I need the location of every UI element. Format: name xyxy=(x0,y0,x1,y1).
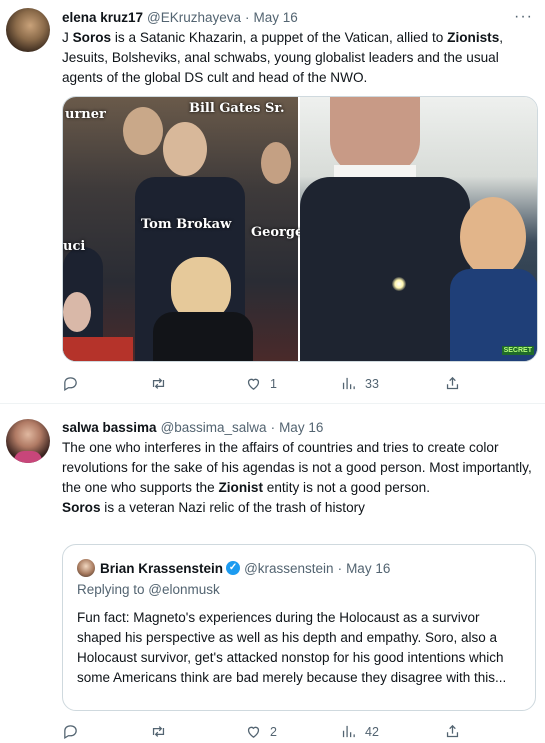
replying-mention[interactable]: @elonmusk xyxy=(148,582,219,597)
author-name[interactable]: salwa bassima xyxy=(62,420,157,435)
author-name[interactable]: elena kruz17 xyxy=(62,10,143,25)
tweet-paragraph: The one who interferes in the affairs of… xyxy=(62,438,534,498)
views-icon xyxy=(342,377,355,390)
photo-figure xyxy=(153,312,253,361)
keyword-zionist: Zionist xyxy=(218,480,263,495)
like-icon xyxy=(247,726,260,738)
tweet-date[interactable]: May 16 xyxy=(279,420,323,435)
share-icon xyxy=(446,376,459,390)
text-segment: entity is not a good person. xyxy=(263,480,431,495)
text-segment: is a veteran Nazi relic of the trash of … xyxy=(100,500,365,515)
photo-caption: George xyxy=(251,225,304,240)
secret-badge: SECRET xyxy=(501,346,534,355)
views-button[interactable]: 33 xyxy=(340,375,379,392)
retweet-icon xyxy=(152,726,165,737)
tweet-paragraph: Soros is a veteran Nazi relic of the tra… xyxy=(62,498,534,518)
separator-dot: · xyxy=(270,420,276,435)
views-count: 33 xyxy=(365,376,379,391)
tweet-text: J Soros is a Satanic Khazarin, a puppet … xyxy=(62,28,534,88)
reply-button[interactable] xyxy=(62,723,87,740)
photo-caption: urner xyxy=(65,107,106,122)
photo-face xyxy=(63,292,91,332)
quoted-author-name[interactable]: Brian Krassenstein xyxy=(100,561,223,576)
retweet-icon xyxy=(152,378,165,389)
separator-dot: · xyxy=(337,560,343,576)
like-button[interactable]: 2 xyxy=(245,723,277,740)
action-bar: 2 42 xyxy=(62,723,472,743)
tweet-header: elena kruz17 @EKruzhayeva · May 16 xyxy=(62,10,298,25)
retweet-button[interactable] xyxy=(150,375,175,392)
separator-dot: · xyxy=(245,10,250,25)
like-button[interactable]: 1 xyxy=(245,375,277,392)
quoted-tweet-header: Brian Krassenstein ✓ @krassenstein · May… xyxy=(77,559,390,577)
keyword-soros: Soros xyxy=(62,500,101,515)
photo-caption: uci xyxy=(63,239,86,254)
media-image-right[interactable]: SECRET xyxy=(300,97,537,361)
quoted-text: Fun fact: Magneto's experiences during t… xyxy=(77,610,507,685)
author-handle[interactable]: @EKruzhayeva xyxy=(147,10,241,25)
verified-badge-icon: ✓ xyxy=(226,561,241,575)
tweet-text: The one who interferes in the affairs of… xyxy=(62,438,534,518)
photo-caption: Bill Gates Sr. xyxy=(189,101,285,116)
photo-face xyxy=(261,142,291,184)
author-handle[interactable]: @bassima_salwa xyxy=(161,420,267,435)
views-count: 42 xyxy=(365,724,379,739)
keyword-zionists: Zionists xyxy=(447,30,500,45)
quoted-date[interactable]: May 16 xyxy=(346,561,390,576)
lens-flare xyxy=(392,277,406,291)
share-icon xyxy=(446,724,459,738)
replying-to: Replying to @elonmusk xyxy=(77,582,220,597)
photo-face xyxy=(163,122,207,176)
quoted-tweet[interactable]: Brian Krassenstein ✓ @krassenstein · May… xyxy=(62,544,536,711)
share-button[interactable] xyxy=(444,723,461,740)
quoted-avatar[interactable] xyxy=(77,559,95,577)
quoted-author-handle[interactable]: @krassenstein xyxy=(244,561,334,576)
like-count: 2 xyxy=(270,724,277,739)
share-button[interactable] xyxy=(444,375,461,392)
views-button[interactable]: 42 xyxy=(340,723,379,740)
reply-icon xyxy=(64,725,77,740)
reply-button[interactable] xyxy=(62,375,87,392)
replying-prefix: Replying to xyxy=(77,582,149,597)
photo-figure xyxy=(300,177,470,361)
photo-face xyxy=(460,197,526,277)
retweet-button[interactable] xyxy=(150,723,175,740)
avatar[interactable] xyxy=(6,8,50,52)
photo-caption: Tom Brokaw xyxy=(141,217,232,232)
text-segment: J xyxy=(62,30,73,45)
tweet-date[interactable]: May 16 xyxy=(254,10,298,25)
tweet-media[interactable]: urner Bill Gates Sr. Tom Brokaw George u… xyxy=(62,96,538,362)
media-image-left[interactable]: urner Bill Gates Sr. Tom Brokaw George u… xyxy=(63,97,303,361)
text-segment: is a Satanic Khazarin, a puppet of the V… xyxy=(111,30,448,45)
photo-face xyxy=(123,107,163,155)
reply-icon xyxy=(64,377,77,392)
tweet-header: salwa bassima @bassima_salwa · May 16 xyxy=(62,420,323,435)
tweet-salwa[interactable]: salwa bassima @bassima_salwa · May 16 Th… xyxy=(0,405,545,740)
like-icon xyxy=(247,378,260,390)
views-icon xyxy=(342,725,355,738)
photo-red-dress xyxy=(63,337,133,361)
action-bar: 1 33 xyxy=(62,375,472,395)
like-count: 1 xyxy=(270,376,277,391)
avatar[interactable] xyxy=(6,419,50,463)
tweet-elena[interactable]: elena kruz17 @EKruzhayeva · May 16 ··· J… xyxy=(0,0,545,404)
keyword-soros: Soros xyxy=(72,30,112,45)
more-options-icon[interactable]: ··· xyxy=(514,8,533,26)
